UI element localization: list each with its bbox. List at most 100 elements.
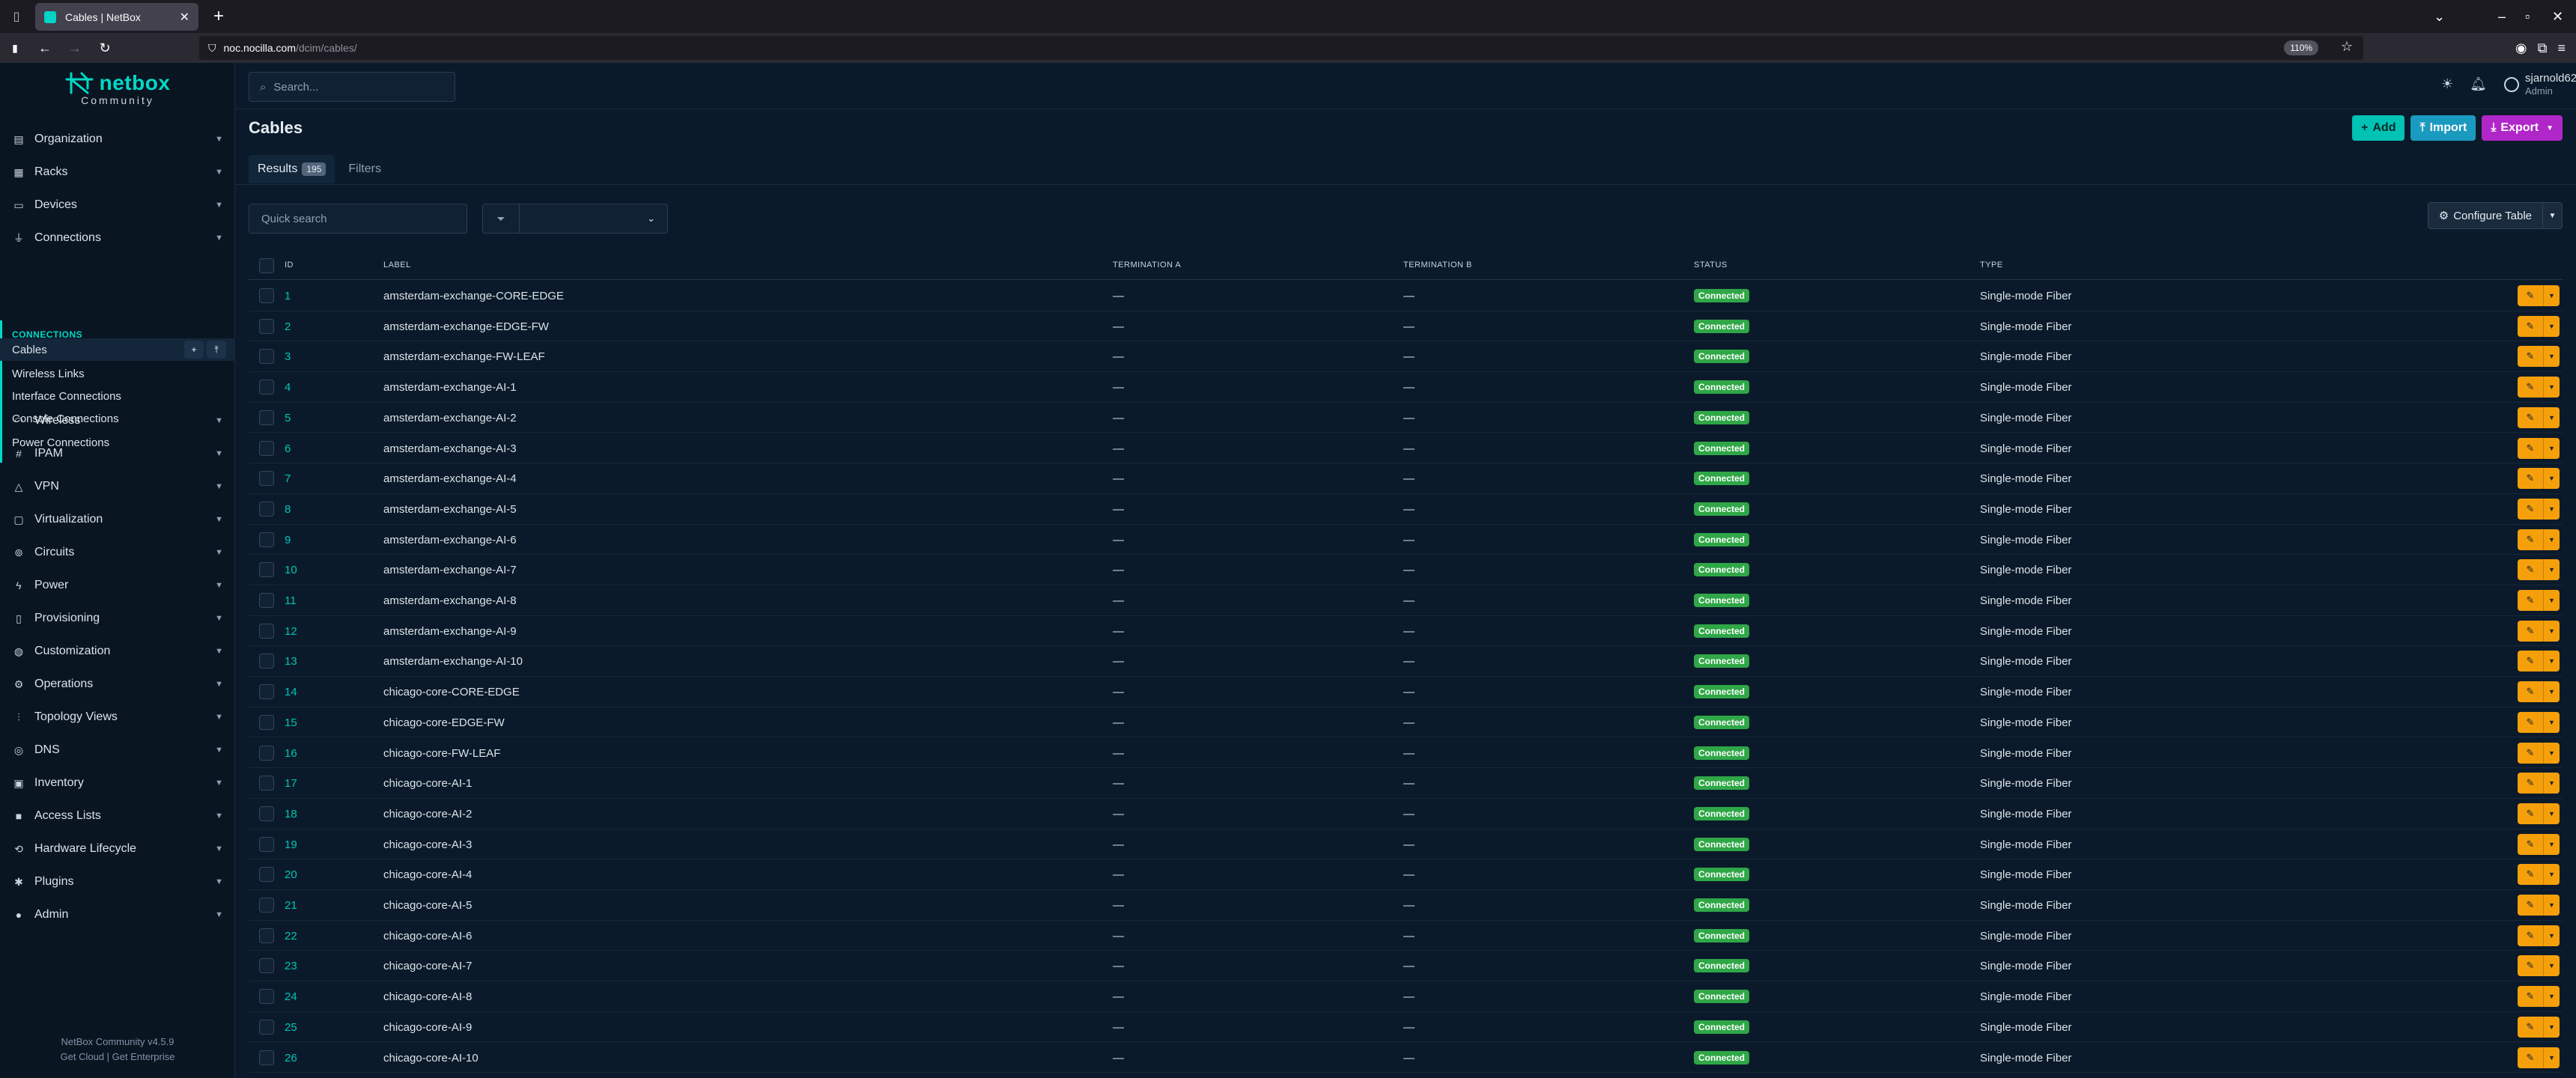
row-checkbox[interactable]: [259, 562, 274, 578]
minimize-icon[interactable]: –: [2498, 0, 2506, 33]
edit-pencil-icon[interactable]: ✎: [2518, 864, 2543, 886]
sidebar-group-access-lists[interactable]: ■ Access Lists ▼: [0, 800, 235, 832]
add-cable-icon[interactable]: +: [184, 341, 204, 359]
th-status[interactable]: STATUS: [1694, 261, 1728, 270]
row-menu-chevron-icon[interactable]: ▼: [2543, 864, 2560, 886]
edit-pencil-icon[interactable]: ✎: [2518, 468, 2543, 490]
sidebar-panel-icon[interactable]: ▮: [0, 33, 30, 63]
edit-pencil-icon[interactable]: ✎: [2518, 651, 2543, 672]
theme-toggle-icon[interactable]: ☀: [2441, 76, 2453, 92]
user-menu[interactable]: sjarnold62 Admin: [2504, 72, 2576, 97]
close-window-icon[interactable]: ✕: [2552, 0, 2563, 33]
row-menu-chevron-icon[interactable]: ▼: [2543, 986, 2560, 1008]
cable-id-link[interactable]: 7: [285, 472, 291, 485]
sidebar-group-topology-views[interactable]: ⫶ Topology Views ▼: [0, 701, 235, 734]
notifications-bell-icon[interactable]: 🔔︎: [2470, 76, 2487, 92]
edit-pencil-icon[interactable]: ✎: [2518, 315, 2543, 337]
cable-id-link[interactable]: 5: [285, 412, 291, 424]
footer-links[interactable]: Get Cloud | Get Enterprise: [0, 1050, 235, 1065]
select-all-checkbox[interactable]: [259, 258, 274, 273]
sidebar-item-cables[interactable]: Cables + ⤒: [0, 338, 235, 361]
forward-icon[interactable]: →: [60, 33, 90, 63]
edit-pencil-icon[interactable]: ✎: [2518, 590, 2543, 611]
new-tab-button[interactable]: +: [207, 4, 231, 28]
maximize-icon[interactable]: ▫: [2525, 0, 2530, 33]
row-checkbox[interactable]: [259, 440, 274, 456]
row-menu-chevron-icon[interactable]: ▼: [2543, 590, 2560, 611]
row-menu-chevron-icon[interactable]: ▼: [2543, 1047, 2560, 1068]
sidebar-group-hardware-lifecycle[interactable]: ⟲ Hardware Lifecycle ▼: [0, 832, 235, 865]
row-menu-chevron-icon[interactable]: ▼: [2543, 559, 2560, 581]
cable-id-link[interactable]: 24: [285, 990, 297, 1003]
cable-id-link[interactable]: 8: [285, 503, 291, 516]
cable-id-link[interactable]: 22: [285, 930, 297, 943]
cable-id-link[interactable]: 3: [285, 350, 291, 363]
edit-pencil-icon[interactable]: ✎: [2518, 895, 2543, 916]
cable-id-link[interactable]: 20: [285, 868, 297, 881]
sidebar-group-customization[interactable]: ◍ Customization ▼: [0, 635, 235, 668]
cable-id-link[interactable]: 13: [285, 655, 297, 668]
sidebar-group-virtualization[interactable]: ▢ Virtualization ▼: [0, 503, 235, 536]
sidebar-group-organization[interactable]: ▤ Organization ▼: [0, 123, 235, 156]
row-checkbox[interactable]: [259, 593, 274, 608]
row-menu-chevron-icon[interactable]: ▼: [2543, 315, 2560, 337]
row-menu-chevron-icon[interactable]: ▼: [2543, 346, 2560, 368]
edit-pencil-icon[interactable]: ✎: [2518, 559, 2543, 581]
edit-pencil-icon[interactable]: ✎: [2518, 1016, 2543, 1038]
url-bar[interactable]: ⛉ noc.nocilla.com/dcim/cables/ 110% ☆: [199, 36, 2363, 60]
sidebar-item-interface-connections[interactable]: Interface Connections: [0, 385, 235, 407]
row-checkbox[interactable]: [259, 898, 274, 913]
tab-filters[interactable]: Filters: [339, 155, 390, 183]
th-id[interactable]: ID: [285, 261, 294, 270]
global-search[interactable]: ⌕: [249, 72, 455, 102]
row-menu-chevron-icon[interactable]: ▼: [2543, 651, 2560, 672]
extensions-icon[interactable]: ⧉: [2538, 40, 2548, 56]
account-icon[interactable]: ◉: [2515, 40, 2527, 56]
sidebar-group-devices[interactable]: ▭ Devices ▼: [0, 189, 235, 222]
row-checkbox[interactable]: [259, 1050, 274, 1065]
row-checkbox[interactable]: [259, 928, 274, 943]
sidebar-group-connections[interactable]: ⏚ Connections ▼: [0, 222, 235, 255]
row-checkbox[interactable]: [259, 318, 274, 334]
tab-list-icon[interactable]: ⌄: [2434, 0, 2445, 33]
row-menu-chevron-icon[interactable]: ▼: [2543, 406, 2560, 428]
cable-id-link[interactable]: 1: [285, 290, 291, 302]
edit-pencil-icon[interactable]: ✎: [2518, 620, 2543, 642]
sidebar-group-admin[interactable]: ● Admin ▼: [0, 898, 235, 931]
row-menu-chevron-icon[interactable]: ▼: [2543, 620, 2560, 642]
app-menu-icon[interactable]: ≡: [2557, 40, 2566, 56]
row-checkbox[interactable]: [259, 684, 274, 700]
edit-pencil-icon[interactable]: ✎: [2518, 285, 2543, 306]
cable-id-link[interactable]: 25: [285, 1021, 297, 1034]
row-checkbox[interactable]: [259, 989, 274, 1005]
configure-table-button[interactable]: ⚙ Configure Table ▼: [2427, 202, 2563, 229]
add-button[interactable]: + Add: [2352, 115, 2405, 141]
sidebar-group-circuits[interactable]: ⊚ Circuits ▼: [0, 536, 235, 569]
cable-id-link[interactable]: 11: [285, 594, 297, 607]
row-checkbox[interactable]: [259, 532, 274, 547]
cable-id-link[interactable]: 15: [285, 716, 297, 729]
row-checkbox[interactable]: [259, 867, 274, 883]
row-checkbox[interactable]: [259, 806, 274, 821]
row-checkbox[interactable]: [259, 288, 274, 303]
sidebar-group-dns[interactable]: ◎ DNS ▼: [0, 734, 235, 767]
edit-pencil-icon[interactable]: ✎: [2518, 498, 2543, 520]
cable-id-link[interactable]: 10: [285, 564, 297, 576]
row-checkbox[interactable]: [259, 623, 274, 639]
row-menu-chevron-icon[interactable]: ▼: [2543, 468, 2560, 490]
cable-id-link[interactable]: 12: [285, 625, 297, 638]
global-search-input[interactable]: [273, 80, 439, 94]
tab-results[interactable]: Results 195: [249, 155, 335, 183]
sidebar-group-inventory[interactable]: ▣ Inventory ▼: [0, 767, 235, 800]
cable-id-link[interactable]: 2: [285, 320, 291, 333]
browser-sidebar-icon[interactable]: ▯: [0, 0, 33, 33]
row-checkbox[interactable]: [259, 776, 274, 791]
edit-pencil-icon[interactable]: ✎: [2518, 377, 2543, 398]
netbox-brand[interactable]: netbox Community: [0, 70, 235, 115]
cable-id-link[interactable]: 4: [285, 381, 291, 394]
edit-pencil-icon[interactable]: ✎: [2518, 346, 2543, 368]
zoom-level-badge[interactable]: 110%: [2284, 40, 2318, 55]
row-menu-chevron-icon[interactable]: ▼: [2543, 498, 2560, 520]
row-checkbox[interactable]: [259, 501, 274, 517]
sidebar-group-power[interactable]: ϟ Power ▼: [0, 569, 235, 602]
